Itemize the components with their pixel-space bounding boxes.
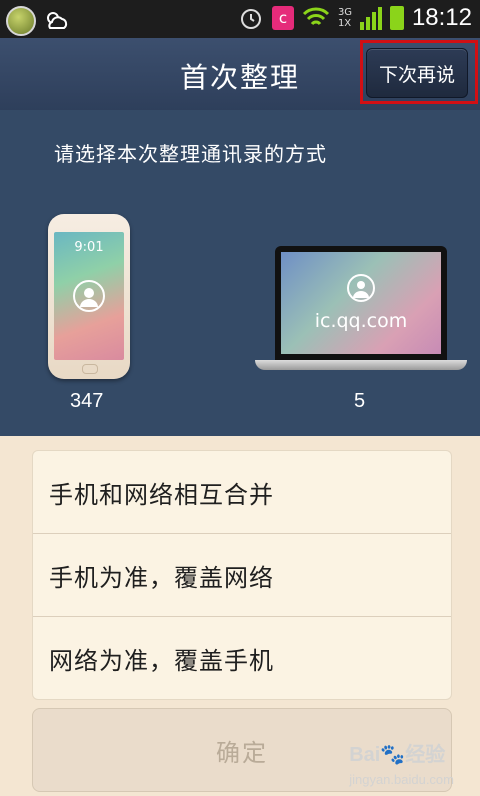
paw-icon: 🐾	[380, 744, 406, 766]
watermark: Bai🐾经验 jingyan.baidu.com	[349, 738, 454, 790]
status-bar: c 3G 1X 18:12	[0, 0, 480, 38]
weather-icon	[47, 12, 68, 29]
phone-screen: 9:01	[54, 232, 124, 360]
web-contact-count: 5	[354, 390, 366, 412]
alarm-clock-icon	[240, 9, 261, 29]
watermark-domain: jingyan.baidu.com	[349, 772, 454, 787]
instruction-text: 请选择本次整理通讯录的方式	[54, 142, 327, 166]
signal-icon	[359, 7, 382, 30]
laptop-screen: ic.qq.com	[281, 252, 441, 354]
option-phone-overrides-web[interactable]: 手机为准，覆盖网络	[33, 534, 451, 617]
network-type-label: 3G 1X	[337, 7, 353, 29]
laptop-contact-icon	[347, 274, 375, 302]
wifi-icon	[302, 7, 329, 26]
phone-clock: 9:01	[74, 240, 104, 255]
watermark-brand: Bai	[349, 744, 381, 766]
app-avatar-icon	[6, 6, 36, 36]
later-button[interactable]: 下次再说	[366, 48, 468, 98]
status-time: 18:12	[411, 4, 472, 31]
option-merge-both[interactable]: 手机和网络相互合并	[33, 451, 451, 534]
notification-app-icon: c	[271, 6, 294, 30]
watermark-brand-suffix: 经验	[405, 744, 446, 766]
comparison-panel: 请选择本次整理通讯录的方式 9:01 347 ic.qq.com 5	[0, 110, 480, 436]
merge-option-list: 手机和网络相互合并 手机为准，覆盖网络 网络为准，覆盖手机	[32, 450, 452, 700]
title-bar: 首次整理 下次再说	[0, 38, 480, 111]
phone-contact-count: 347	[70, 390, 104, 412]
battery-icon	[389, 6, 404, 30]
laptop-site-text: ic.qq.com	[314, 310, 408, 332]
laptop-base	[255, 360, 467, 370]
laptop-illustration: ic.qq.com	[255, 246, 467, 372]
phone-illustration: 9:01	[48, 214, 130, 379]
option-web-overrides-phone[interactable]: 网络为准，覆盖手机	[33, 617, 451, 699]
phone-home-button	[82, 364, 98, 374]
phone-contact-icon	[73, 280, 105, 312]
